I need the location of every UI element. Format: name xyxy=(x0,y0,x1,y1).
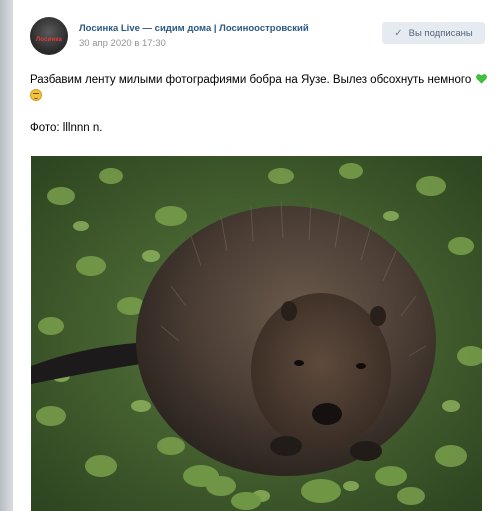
page-background-edge xyxy=(0,0,12,511)
group-avatar[interactable]: Лосинка xyxy=(30,17,68,55)
beaver-photo-image xyxy=(31,156,482,511)
smiling-face-icon xyxy=(30,89,42,101)
subscribed-button[interactable]: ✓ Вы подписаны xyxy=(382,22,485,44)
post-date[interactable]: 30 апр 2020 в 17:30 xyxy=(79,38,166,49)
group-name-link[interactable]: Лосинка Live — сидим дома | Лосиноостров… xyxy=(79,23,309,34)
post-text: Разбавим ленту милыми фотографиями бобра… xyxy=(30,72,490,104)
avatar-logo-text: Лосинка xyxy=(35,37,63,43)
subscribed-label: Вы подписаны xyxy=(408,27,473,39)
post-text-body: Разбавим ленту милыми фотографиями бобра… xyxy=(30,74,472,86)
green-heart-icon xyxy=(476,74,488,84)
photo-credit: Фото: lllnnn n. xyxy=(30,122,103,134)
wall-post: Лосинка Лосинка Live — сидим дома | Лоси… xyxy=(12,0,500,511)
check-icon: ✓ xyxy=(394,27,403,39)
post-photo[interactable] xyxy=(31,156,482,511)
